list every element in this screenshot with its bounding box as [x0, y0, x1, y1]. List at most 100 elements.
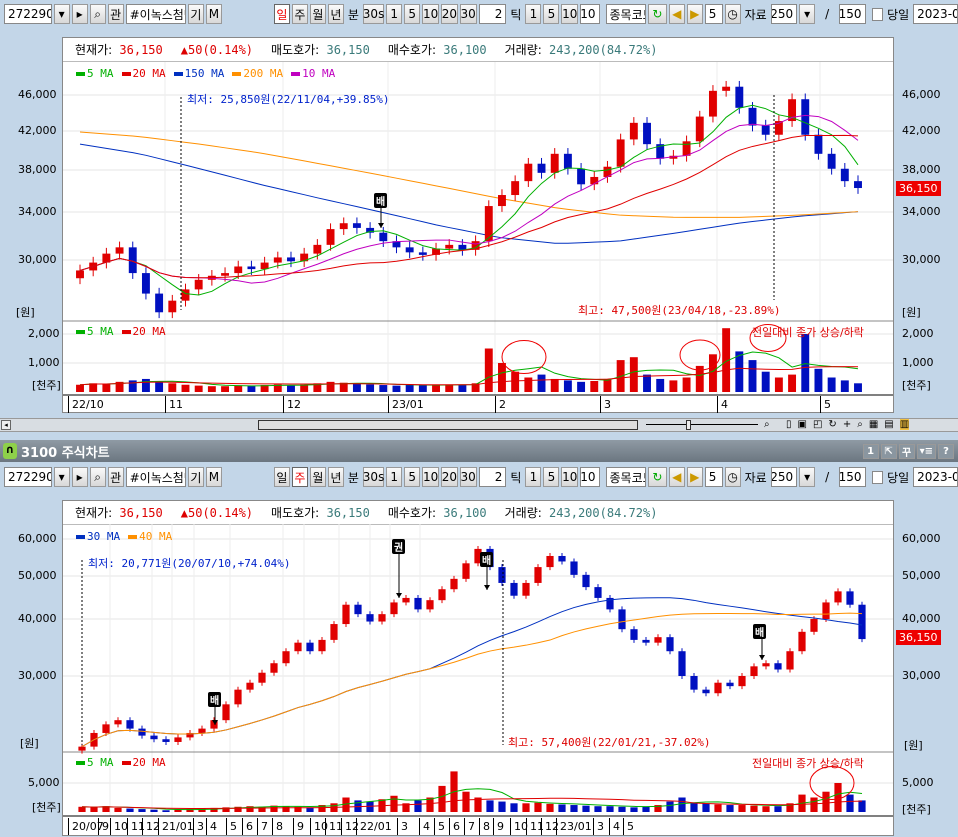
minute-button-5[interactable]: 30 — [459, 467, 477, 487]
stock-code-input[interactable]: 272290 — [4, 4, 52, 24]
period-tab-2[interactable]: 월 — [309, 4, 326, 24]
interest-button[interactable]: 관 — [107, 467, 124, 487]
next-arrow-button[interactable]: ▶ — [686, 4, 703, 24]
step-input[interactable]: 5 — [704, 467, 723, 487]
minute-button-0[interactable]: 30s — [363, 467, 384, 487]
gi-button[interactable]: 기 — [187, 4, 204, 24]
today-checkbox[interactable] — [871, 470, 884, 484]
view-count-input[interactable]: 150 — [839, 467, 866, 487]
tick-button-1[interactable]: 5 — [543, 467, 560, 487]
date-input[interactable]: 2023-05-1 — [913, 467, 958, 487]
tick-button-0[interactable]: 1 — [525, 467, 542, 487]
search-icon[interactable]: ⌕ — [89, 4, 106, 24]
minute-button-4[interactable]: 20 — [440, 4, 458, 24]
period-tab-1[interactable]: 주 — [291, 467, 308, 487]
minute-button-1[interactable]: 1 — [386, 4, 403, 24]
draw-tool-icon[interactable]: ▯ — [786, 419, 792, 430]
interest-button[interactable]: 관 — [107, 4, 124, 24]
tick-input[interactable]: 2 — [478, 467, 507, 487]
rights-marker[interactable]: 권 — [392, 539, 406, 554]
tick-count-input[interactable]: 10 — [580, 467, 600, 487]
clock-icon[interactable]: ◷ — [724, 467, 741, 487]
y-tick-right: 46,000 — [902, 88, 941, 101]
scroll-left-button[interactable]: ◂ — [1, 420, 11, 430]
period-tab-1[interactable]: 주 — [291, 4, 308, 24]
code-dropdown-button[interactable]: ▾ — [53, 4, 70, 24]
window-btn-pin[interactable]: 꾸 — [898, 443, 915, 459]
tick-button-2[interactable]: 10 — [561, 4, 579, 24]
next-code-button[interactable]: ▸ — [71, 4, 88, 24]
minute-button-1[interactable]: 1 — [386, 467, 403, 487]
zoom-slider-handle[interactable] — [686, 420, 691, 430]
refresh-icon[interactable]: ↻ — [648, 467, 667, 487]
price-change: ▲50(0.14%) — [180, 42, 254, 57]
period-tab-3[interactable]: 년 — [327, 467, 344, 487]
code-search-input[interactable]: 종목코드 — [605, 467, 647, 487]
prev-arrow-button[interactable]: ◀ — [668, 4, 685, 24]
zoom-icon[interactable]: ⌕ — [764, 419, 770, 430]
search-icon[interactable]: ⌕ — [89, 467, 106, 487]
minute-button-4[interactable]: 20 — [440, 467, 458, 487]
tick-count-input[interactable]: 10 — [580, 4, 600, 24]
data-count-dropdown[interactable]: ▾ — [799, 467, 816, 487]
next-arrow-button[interactable]: ▶ — [686, 467, 703, 487]
minute-button-3[interactable]: 10 — [422, 4, 439, 24]
period-tab-0[interactable]: 일 — [273, 467, 290, 487]
tick-button-2[interactable]: 10 — [561, 467, 579, 487]
minute-button-2[interactable]: 5 — [404, 4, 421, 24]
volume-label: 거래량: — [504, 506, 542, 520]
window-btn-link[interactable]: ⇱ — [880, 443, 897, 459]
magnifier-icon[interactable]: ⌕ — [857, 419, 863, 430]
dividend-marker[interactable]: 배 — [208, 692, 222, 707]
chart-icon-c[interactable]: ▥ — [899, 419, 910, 430]
m-button[interactable]: M — [205, 467, 222, 487]
volume-annotation-2: 전일대비 종가 상승/하락 — [752, 757, 864, 770]
data-count-dropdown[interactable]: ▾ — [799, 4, 816, 24]
minute-button-2[interactable]: 5 — [404, 467, 421, 487]
stock-code-input[interactable]: 272290 — [4, 467, 52, 487]
today-checkbox[interactable] — [871, 7, 884, 21]
period-tab-2[interactable]: 월 — [309, 467, 326, 487]
crosshair-icon[interactable]: + — [843, 419, 851, 430]
candle-tool-icon[interactable]: ▣ — [798, 419, 807, 430]
window-btn-menu[interactable]: ▾≡ — [916, 443, 936, 459]
window-btn-help[interactable]: ? — [938, 443, 954, 459]
stock-name-input[interactable]: #이녹스첨단소재 — [125, 4, 186, 24]
y-tick-right: 50,000 — [902, 569, 941, 582]
clock-icon[interactable]: ◷ — [724, 4, 741, 24]
gi-button[interactable]: 기 — [187, 467, 204, 487]
volume-unit-right: [천주] — [902, 379, 931, 392]
code-dropdown-button[interactable]: ▾ — [53, 467, 70, 487]
line-tool-icon[interactable]: ◰ — [813, 419, 822, 430]
chart-panel-weekly[interactable]: 현재가: 36,150 ▲50(0.14%) 매도호가: 36,150 매수호가… — [62, 500, 894, 836]
window-btn-1[interactable]: 1 — [862, 443, 879, 459]
code-search-input[interactable]: 종목코드 — [605, 4, 647, 24]
minute-button-5[interactable]: 30 — [459, 4, 477, 24]
dividend-marker[interactable]: 배 — [374, 193, 388, 208]
minute-button-0[interactable]: 30s — [363, 4, 384, 24]
date-input[interactable]: 2023-05-1 — [913, 4, 958, 24]
step-input[interactable]: 5 — [704, 4, 723, 24]
period-tab-0[interactable]: 일 — [273, 4, 290, 24]
next-code-button[interactable]: ▸ — [71, 467, 88, 487]
dividend-marker[interactable]: 배 — [753, 624, 767, 639]
tick-button-1[interactable]: 5 — [543, 4, 560, 24]
data-count-input[interactable]: 250 — [770, 4, 798, 24]
data-count-input[interactable]: 250 — [770, 467, 798, 487]
view-count-input[interactable]: 150 — [839, 4, 866, 24]
zoom-slider-track[interactable] — [646, 424, 758, 425]
minute-button-3[interactable]: 10 — [422, 467, 439, 487]
legend-ma200: 200 MA — [232, 67, 283, 80]
chart-icon-b[interactable]: ▤ — [884, 419, 893, 430]
dividend-marker[interactable]: 배 — [480, 552, 494, 567]
m-button[interactable]: M — [205, 4, 222, 24]
refresh-icon[interactable]: ↻ — [648, 4, 667, 24]
stock-name-input[interactable]: #이녹스첨단소재 — [125, 467, 186, 487]
tick-button-0[interactable]: 1 — [525, 4, 542, 24]
prev-arrow-button[interactable]: ◀ — [668, 467, 685, 487]
cycle-tool-icon[interactable]: ↻ — [828, 419, 836, 430]
chart-icon-a[interactable]: ▦ — [869, 419, 878, 430]
tick-input[interactable]: 2 — [478, 4, 507, 24]
scrollbar-thumb[interactable] — [258, 420, 638, 430]
period-tab-3[interactable]: 년 — [327, 4, 344, 24]
